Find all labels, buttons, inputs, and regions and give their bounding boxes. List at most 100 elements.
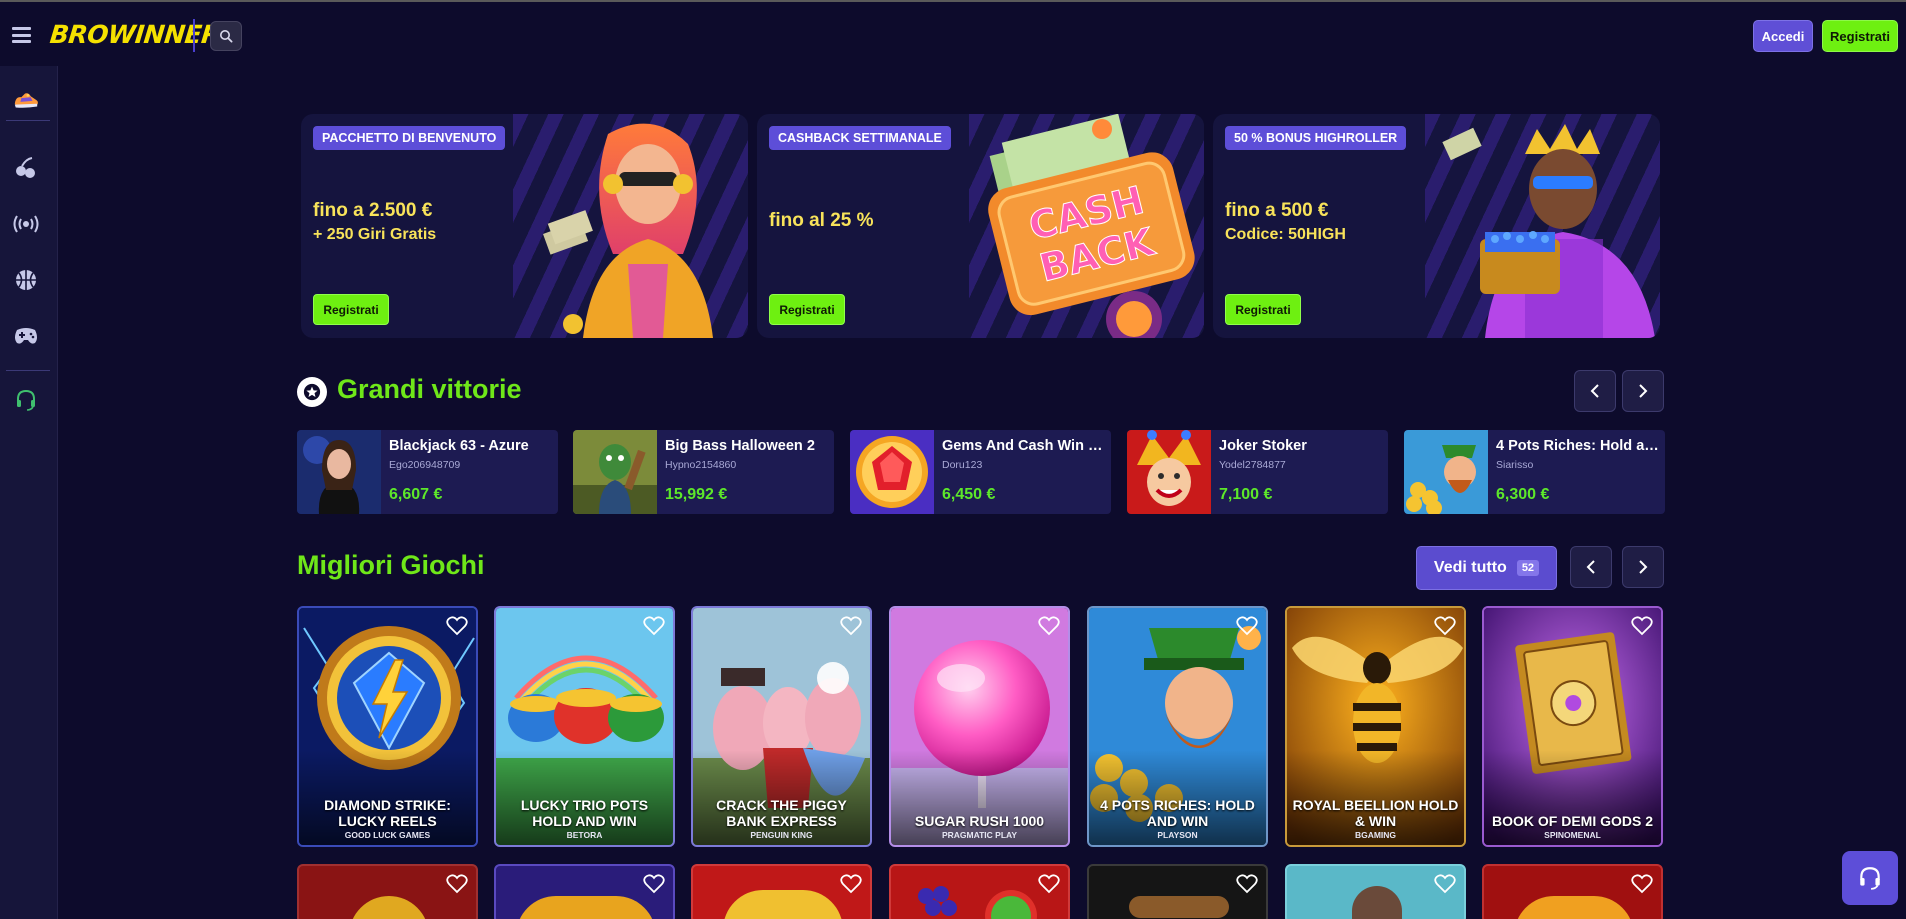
gems-and-cash-thumbnail <box>850 430 934 514</box>
big-win-card[interactable]: Joker Stoker Yodel2784877 7,100 € <box>1127 430 1388 514</box>
favorite-heart-icon[interactable] <box>643 874 665 894</box>
game-card[interactable]: ROYAL BEELLION HOLD & WIN BGAMING <box>1285 606 1466 847</box>
win-amount: 7,100 € <box>1219 486 1273 503</box>
register-button[interactable]: Registrati <box>1822 20 1898 52</box>
game-title: LUCKY TRIO POTS HOLD AND WIN <box>520 797 649 829</box>
win-username: Hypno2154860 <box>665 459 737 471</box>
promo-welcome-package[interactable]: PACCHETTO DI BENVENUTO fino a 2.500 € + … <box>301 114 748 338</box>
headset-icon[interactable] <box>12 386 40 414</box>
win-amount: 6,300 € <box>1496 486 1550 503</box>
game-card[interactable] <box>691 864 872 919</box>
big-win-card[interactable]: Gems And Cash Win Sp... Doru123 6,450 € <box>850 430 1111 514</box>
big-bass-halloween-thumbnail <box>573 430 657 514</box>
game-card[interactable] <box>1285 864 1466 919</box>
game-artwork <box>1514 896 1634 919</box>
game-card[interactable] <box>1482 864 1663 919</box>
game-card[interactable] <box>297 864 478 919</box>
game-title: BOOK OF DEMI GODS 2 <box>1491 813 1653 829</box>
game-card[interactable]: LUCKY TRIO POTS HOLD AND WIN BETORA <box>494 606 675 847</box>
favorite-heart-icon[interactable] <box>446 874 468 894</box>
game-card[interactable] <box>494 864 675 919</box>
promo-register-button[interactable]: Registrati <box>769 294 845 325</box>
game-title: CRACK THE PIGGY BANK EXPRESS <box>716 797 847 829</box>
win-amount: 6,450 € <box>942 486 996 503</box>
favorite-heart-icon[interactable] <box>1038 616 1060 636</box>
sidebar-divider <box>6 120 50 121</box>
favorite-heart-icon[interactable] <box>1631 874 1653 894</box>
favorite-heart-icon[interactable] <box>1631 616 1653 636</box>
cashback-wallet-illustration: CASH BACK <box>988 114 1195 338</box>
sneaker-icon[interactable] <box>12 86 40 114</box>
promo-weekly-cashback[interactable]: CASH BACK CASHBACK SETTIMANALE fino al 2… <box>757 114 1204 338</box>
game-card[interactable] <box>889 864 1070 919</box>
game-provider: BGAMING <box>1354 830 1397 840</box>
game-card[interactable]: BOOK OF DEMI GODS 2 SPINOMENAL <box>1482 606 1663 847</box>
headset-icon <box>1860 867 1880 890</box>
game-title: ROYAL BEELLION HOLD & WIN <box>1292 797 1459 829</box>
favorite-heart-icon[interactable] <box>840 874 862 894</box>
favorite-heart-icon[interactable] <box>1236 874 1258 894</box>
support-chat-button[interactable] <box>1842 851 1898 905</box>
game-title: 4 POTS RICHES: HOLD AND WIN <box>1100 797 1255 829</box>
favorite-heart-icon[interactable] <box>1434 874 1456 894</box>
favorite-heart-icon[interactable] <box>1038 874 1060 894</box>
game-provider: BETORA <box>566 830 603 840</box>
game-title: SUGAR RUSH 1000 <box>914 813 1045 829</box>
promo-highroller-bonus[interactable]: 50 % BONUS HIGHROLLER fino a 500 € Codic… <box>1213 114 1660 338</box>
win-username: Ego206948709 <box>389 459 461 471</box>
top-games-title: Migliori Giochi <box>297 550 485 580</box>
game-title: DIAMOND STRIKE: LUCKY REELS <box>324 797 451 829</box>
chevron-right-icon <box>1639 560 1648 574</box>
big-wins-prev-button[interactable] <box>1574 370 1616 412</box>
game-provider: PENGUIN KING <box>750 830 813 840</box>
favorite-heart-icon[interactable] <box>1236 616 1258 636</box>
game-artwork <box>723 890 843 919</box>
promo-amount: fino al 25 % <box>769 210 874 231</box>
logo[interactable]: BROWINNER <box>48 20 221 49</box>
win-username: Doru123 <box>942 459 983 471</box>
promo-amount: fino a 500 € <box>1225 200 1329 221</box>
big-wins-next-button[interactable] <box>1622 370 1664 412</box>
promo-detail: + 250 Giri Gratis <box>313 226 437 243</box>
chevron-left-icon <box>1586 560 1595 574</box>
four-pots-riches-thumbnail <box>1404 430 1488 514</box>
big-win-card[interactable]: Blackjack 63 - Azure Ego206948709 6,607 … <box>297 430 558 514</box>
big-win-card[interactable]: Big Bass Halloween 2 Hypno2154860 15,992… <box>573 430 834 514</box>
star-icon <box>297 377 327 407</box>
gamepad-icon[interactable] <box>12 322 40 350</box>
promo-amount: fino a 2.500 € <box>313 200 433 221</box>
woman-with-headphones-illustration <box>543 123 713 338</box>
game-artwork <box>516 896 656 919</box>
top-games-prev-button[interactable] <box>1570 546 1612 588</box>
cherries-icon[interactable] <box>12 154 40 182</box>
favorite-heart-icon[interactable] <box>1434 616 1456 636</box>
favorite-heart-icon[interactable] <box>446 616 468 636</box>
win-amount: 15,992 € <box>665 486 728 503</box>
win-username: Siarisso <box>1496 459 1534 471</box>
win-game-name: 4 Pots Riches: Hold and... <box>1496 438 1661 454</box>
sidebar <box>0 66 58 919</box>
menu-icon[interactable] <box>12 27 31 43</box>
game-artwork <box>1352 886 1402 919</box>
login-button[interactable]: Accedi <box>1753 20 1813 52</box>
win-amount: 6,607 € <box>389 486 443 503</box>
big-win-card[interactable]: 4 Pots Riches: Hold and... Siarisso 6,30… <box>1404 430 1665 514</box>
see-all-button[interactable]: Vedi tutto 52 <box>1416 546 1557 590</box>
live-broadcast-icon[interactable] <box>12 210 40 238</box>
favorite-heart-icon[interactable] <box>643 616 665 636</box>
chevron-right-icon <box>1639 384 1648 398</box>
joker-stoker-thumbnail <box>1127 430 1211 514</box>
game-card[interactable]: CRACK THE PIGGY BANK EXPRESS PENGUIN KIN… <box>691 606 872 847</box>
top-games-next-button[interactable] <box>1622 546 1664 588</box>
game-card[interactable]: DIAMOND STRIKE: LUCKY REELS GOOD LUCK GA… <box>297 606 478 847</box>
see-all-label: Vedi tutto <box>1433 559 1507 576</box>
promo-register-button[interactable]: Registrati <box>313 294 389 325</box>
see-all-count-badge: 52 <box>1516 560 1540 576</box>
promo-register-button[interactable]: Registrati <box>1225 294 1301 325</box>
search-button[interactable] <box>210 21 242 51</box>
game-card[interactable]: 4 POTS RICHES: HOLD AND WIN PLAYSON <box>1087 606 1268 847</box>
favorite-heart-icon[interactable] <box>840 616 862 636</box>
game-card[interactable] <box>1087 864 1268 919</box>
game-card[interactable]: SUGAR RUSH 1000 PRAGMATIC PLAY <box>889 606 1070 847</box>
basketball-icon[interactable] <box>12 266 40 294</box>
